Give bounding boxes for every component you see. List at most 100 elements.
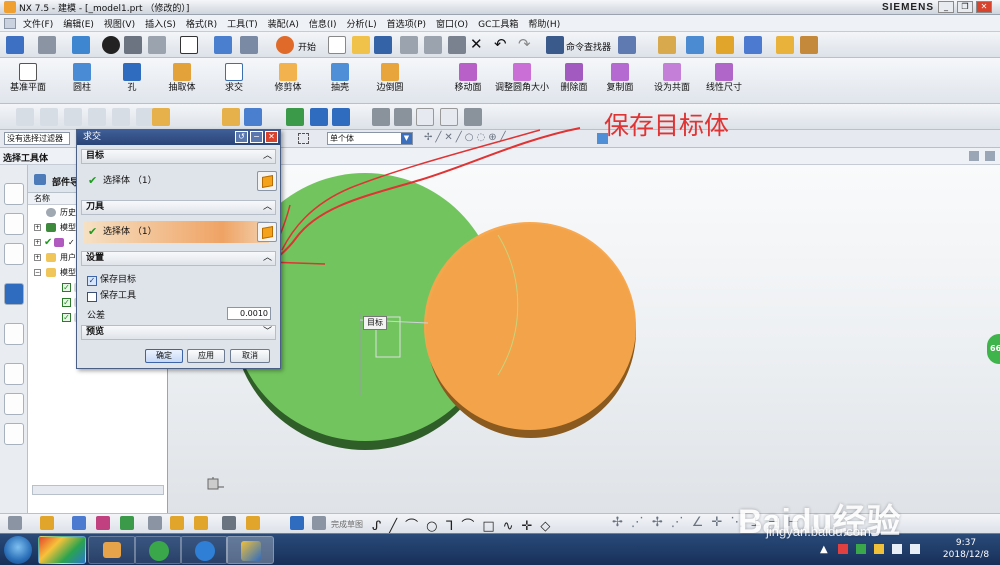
taskbar-nx[interactable] bbox=[226, 536, 274, 564]
assembly-navigator-icon[interactable] bbox=[4, 183, 24, 205]
display-icon[interactable] bbox=[38, 36, 56, 54]
intersect-tool[interactable]: 求交 bbox=[204, 61, 264, 101]
dialog-title-bar[interactable]: 求交 ↺ − ✕ bbox=[77, 130, 280, 145]
snap-icon[interactable] bbox=[744, 36, 762, 54]
tool-10-icon[interactable] bbox=[246, 516, 260, 530]
preview-group-header[interactable]: 预览 ﹀ bbox=[81, 325, 276, 340]
orient-icon[interactable] bbox=[214, 36, 232, 54]
menu-window[interactable]: 窗口(O) bbox=[431, 17, 473, 30]
menu-edit[interactable]: 编辑(E) bbox=[58, 17, 99, 30]
reset-icon[interactable]: ↺ bbox=[235, 131, 248, 143]
constraint-navigator-icon[interactable] bbox=[4, 213, 24, 235]
tool-2-icon[interactable] bbox=[40, 516, 54, 530]
taskbar-paint[interactable] bbox=[88, 536, 136, 564]
system-materials-icon[interactable] bbox=[4, 393, 24, 415]
menu-preferences[interactable]: 首选项(P) bbox=[382, 17, 431, 30]
menu-help[interactable]: 帮助(H) bbox=[523, 17, 565, 30]
info-icon[interactable] bbox=[618, 36, 636, 54]
menu-analysis[interactable]: 分析(L) bbox=[342, 17, 382, 30]
feature-checkbox[interactable]: ✓ bbox=[62, 298, 71, 307]
settings-group-header[interactable]: 设置 ︿ bbox=[81, 251, 276, 266]
volume-icon[interactable] bbox=[910, 544, 920, 554]
paste-icon[interactable] bbox=[448, 36, 466, 54]
undo-icon[interactable]: ↶ bbox=[494, 35, 507, 53]
menu-assembly[interactable]: 装配(A) bbox=[263, 17, 304, 30]
arrow-green-icon[interactable] bbox=[286, 108, 304, 126]
tool-6-icon[interactable] bbox=[148, 516, 162, 530]
tray-shield-icon[interactable] bbox=[856, 544, 866, 554]
navigator-scrollbar[interactable] bbox=[32, 485, 164, 495]
part-icon[interactable] bbox=[658, 36, 676, 54]
cube-view-icon[interactable] bbox=[72, 36, 90, 54]
tool-a-icon[interactable] bbox=[16, 108, 34, 126]
gray-box2-icon[interactable] bbox=[394, 108, 412, 126]
taskbar-clock[interactable]: 9:37 2018/12/8 bbox=[938, 537, 994, 561]
expand-icon[interactable]: + bbox=[34, 239, 41, 246]
roles-icon[interactable] bbox=[4, 423, 24, 445]
datum-plane-tool[interactable]: 基准平面 bbox=[0, 61, 58, 101]
expand-icon[interactable]: + bbox=[34, 224, 41, 231]
part-navigator-icon[interactable] bbox=[4, 243, 24, 265]
close-dialog-button[interactable]: ✕ bbox=[265, 131, 278, 143]
side-badge[interactable]: 66 bbox=[987, 334, 1000, 364]
expand-icon[interactable]: + bbox=[34, 254, 41, 261]
select-tool-button[interactable] bbox=[257, 222, 277, 242]
save-icon[interactable] bbox=[374, 36, 392, 54]
window-icon[interactable] bbox=[6, 36, 24, 54]
copy-icon[interactable] bbox=[424, 36, 442, 54]
menu-gc-toolbox[interactable]: GC工具箱 bbox=[473, 17, 523, 30]
table-icon[interactable] bbox=[244, 108, 262, 126]
feature-checkbox[interactable]: ✓ bbox=[62, 283, 71, 292]
box-icon[interactable] bbox=[148, 36, 166, 54]
triangle-icon[interactable] bbox=[416, 108, 434, 126]
background-icon[interactable] bbox=[180, 36, 198, 54]
linear-dimension-tool[interactable]: 线性尺寸 bbox=[694, 61, 754, 101]
taskbar-app-1[interactable] bbox=[38, 536, 86, 564]
collapse-dialog-icon[interactable]: − bbox=[250, 131, 263, 143]
arrow-blue-icon[interactable] bbox=[310, 108, 328, 126]
collapse-icon[interactable]: − bbox=[34, 269, 41, 276]
history-icon[interactable] bbox=[4, 363, 24, 385]
select-region-icon[interactable] bbox=[298, 133, 309, 144]
sketch-icon[interactable] bbox=[290, 516, 304, 530]
tool-8-icon[interactable] bbox=[194, 516, 208, 530]
type-filter-select[interactable]: 没有选择过滤器 bbox=[4, 132, 70, 145]
start-icon[interactable] bbox=[276, 36, 294, 54]
tool-4-icon[interactable] bbox=[96, 516, 110, 530]
move-icon[interactable] bbox=[332, 108, 350, 126]
extract-body-tool[interactable]: 抽取体 bbox=[152, 61, 212, 101]
ruler-icon[interactable] bbox=[776, 36, 794, 54]
keep-target-box[interactable]: ✓ bbox=[87, 276, 97, 286]
trim-body-tool[interactable]: 修剪体 bbox=[258, 61, 318, 101]
edge-blend-tool[interactable]: 边倒圆 bbox=[360, 61, 420, 101]
finish-sketch-label[interactable]: 完成草图 bbox=[331, 519, 363, 530]
snap-point-icons[interactable]: ✢╱✕╱○◌⊕╱ bbox=[424, 132, 509, 143]
ok-button[interactable]: 确定 bbox=[145, 349, 183, 363]
select-target-button[interactable] bbox=[257, 171, 277, 191]
network-icon[interactable] bbox=[892, 544, 902, 554]
tool-7-icon[interactable] bbox=[170, 516, 184, 530]
minimize-button[interactable]: _ bbox=[938, 1, 954, 13]
square-icon[interactable] bbox=[440, 108, 458, 126]
tray-security-icon[interactable] bbox=[874, 544, 884, 554]
feature-checkbox[interactable]: ✓ bbox=[62, 313, 71, 322]
make-coplanar-tool[interactable]: 设为共面 bbox=[642, 61, 702, 101]
tool-group-header[interactable]: 刀具 ︿ bbox=[81, 200, 276, 215]
panel-close-icon[interactable] bbox=[985, 151, 995, 161]
apply-button[interactable]: 应用 bbox=[187, 349, 225, 363]
keep-tool-box[interactable] bbox=[87, 292, 97, 302]
redo-icon[interactable]: ↷ bbox=[518, 35, 531, 53]
tray-flag-icon[interactable] bbox=[838, 544, 848, 554]
assembly-icon[interactable] bbox=[686, 36, 704, 54]
sketch-curve-icons[interactable]: ᔑ╱⌒○ᒣ⌒□∿✛◇ bbox=[372, 515, 558, 534]
web-browser-icon[interactable] bbox=[4, 323, 24, 345]
menu-file[interactable]: 文件(F) bbox=[18, 17, 58, 30]
close-window-button[interactable]: ✕ bbox=[976, 1, 992, 13]
menu-info[interactable]: 信息(I) bbox=[304, 17, 342, 30]
measure-icon[interactable] bbox=[800, 36, 818, 54]
taskbar-browser[interactable] bbox=[134, 536, 182, 564]
copy-face-tool[interactable]: 复制面 bbox=[590, 61, 650, 101]
target-group-header[interactable]: 目标 ︿ bbox=[81, 149, 276, 164]
move-face-tool[interactable]: 移动面 bbox=[438, 61, 498, 101]
target-select-body[interactable]: ✔ 选择体 （1） bbox=[83, 170, 277, 192]
